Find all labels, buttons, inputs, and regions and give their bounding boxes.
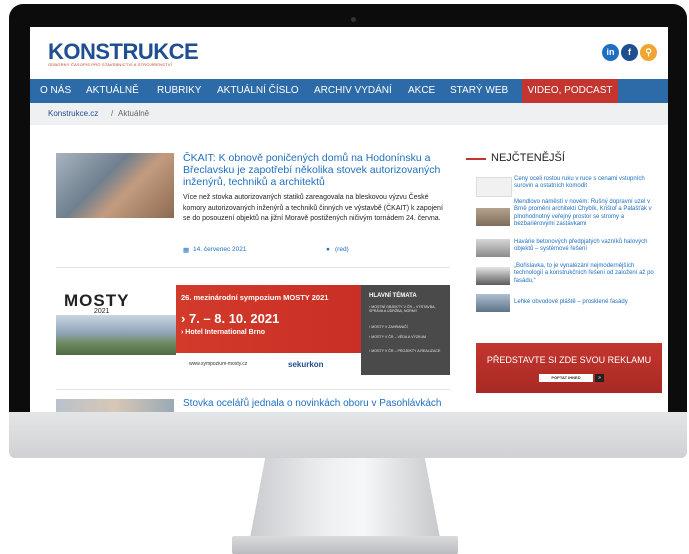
article-title[interactable]: Stovka ocelářů jednala o novinkách oboru… (183, 398, 442, 409)
sidebar-thumbnail[interactable] (476, 267, 510, 285)
facebook-icon[interactable]: f (621, 44, 638, 61)
nav-item-archiv-vydani[interactable]: ARCHIV VYDÁNÍ (314, 79, 392, 103)
article-author[interactable]: (red) (335, 246, 349, 253)
user-icon: ● (326, 246, 330, 253)
sidebar-thumbnail[interactable] (476, 294, 510, 312)
article-thumbnail[interactable] (56, 153, 174, 218)
banner-topic: › MOSTY V ČR – PROJEKTY A REALIZACE (369, 349, 441, 353)
sponsor-logo: sekurkon (288, 360, 324, 369)
camera-dot (351, 17, 356, 22)
divider (56, 389, 450, 390)
nav-item-video-podcast[interactable]: VIDEO, PODCAST (522, 79, 618, 103)
banner-year: 2021 (94, 308, 110, 315)
sidebar-item[interactable]: Lehké obvodové pláště – prosklené fasády (514, 299, 654, 306)
sidebar-thumbnail[interactable] (476, 177, 512, 197)
divider (56, 267, 450, 268)
site-tagline: ODBORNÝ ČASOPIS PRO STAVEBNICTVÍ A STROJ… (48, 62, 172, 67)
article-thumbnail[interactable] (56, 399, 174, 412)
breadcrumb-separator: / (111, 109, 114, 118)
banner-topic: › MOSTY V ČR – VĚDA A VÝZKUM (369, 335, 427, 339)
nav-item-aktualne[interactable]: AKTUÁLNĚ (86, 79, 139, 103)
nav-item-o-nas[interactable]: O NÁS (40, 79, 71, 103)
nav-item-stary-web[interactable]: STARÝ WEB (450, 79, 508, 103)
article-title[interactable]: ČKAIT: K obnově poničených domů na Hodon… (183, 152, 448, 188)
ad-button[interactable]: POPTAT IHNED (539, 374, 593, 382)
banner-topic: › MOSTNÍ OBJEKTY V ČR – VÝSTAVBA, SPRÁVA… (369, 305, 436, 314)
sidebar-title: NEJČTENĚJŠÍ (491, 152, 565, 164)
monitor-stand (250, 458, 440, 538)
mosty-banner[interactable]: MOSTY 2021 26. mezinárodní sympozium MOS… (56, 285, 450, 375)
breadcrumb-home-link[interactable]: Konstrukce.cz (48, 103, 98, 125)
sidebar-item[interactable]: „Bořislavka, to je vynalézání nejmoderně… (514, 263, 654, 285)
banner-topics-panel: HLAVNÍ TÉMATA › MOSTNÍ OBJEKTY V ČR – VÝ… (361, 285, 450, 375)
site-header: KONSTRUKCE ODBORNÝ ČASOPIS PRO STAVEBNIC… (30, 27, 668, 79)
main-navigation: O NÁS AKTUÁLNĚ RUBRIKY AKTUÁLNÍ ČÍSLO AR… (30, 79, 668, 103)
sidebar-item[interactable]: Ceny oceli rostou ruku v ruce s cenami v… (514, 176, 654, 191)
monitor-chin (9, 412, 687, 458)
ad-arrow-icon[interactable]: » (595, 374, 604, 382)
nav-item-aktualni-cislo[interactable]: AKTUÁLNÍ ČÍSLO (217, 79, 299, 103)
banner-topics-title: HLAVNÍ TÉMATA (369, 293, 417, 299)
breadcrumb-current: Aktuálně (118, 109, 150, 118)
article-date: 14. červenec 2021 (193, 246, 247, 253)
banner-dates: › 7. – 8. 10. 2021 (181, 311, 280, 326)
banner-red-panel: 26. mezinárodní sympozium MOSTY 2021 › 7… (176, 285, 361, 353)
search-icon[interactable]: ⚲ (640, 44, 657, 61)
breadcrumb: Konstrukce.cz / Aktuálně (30, 103, 668, 125)
monitor-base (232, 536, 458, 554)
sidebar-thumbnail[interactable] (476, 208, 510, 226)
sidebar-item[interactable]: Havárie betonových předpjatých vazníků h… (514, 239, 654, 254)
linkedin-icon[interactable]: in (602, 44, 619, 61)
ad-text: PŘEDSTAVTE SI ZDE SVOU REKLAMU (486, 355, 652, 365)
banner-url: www.sympozium-mosty.cz (189, 361, 248, 367)
website-screen: KONSTRUKCE ODBORNÝ ČASOPIS PRO STAVEBNIC… (30, 27, 668, 412)
sidebar-item[interactable]: Mendlovo náměstí v novém: Rušný dopravní… (514, 199, 654, 228)
banner-symposium: 26. mezinárodní sympozium MOSTY 2021 (181, 293, 329, 302)
nav-item-akce[interactable]: AKCE (408, 79, 435, 103)
article-excerpt: Více než stovka autorizovaných statiků z… (183, 194, 443, 222)
nav-item-rubriky[interactable]: RUBRIKY (157, 79, 201, 103)
banner-left-panel: MOSTY 2021 (56, 285, 176, 375)
calendar-icon: ▦ (183, 247, 190, 254)
ad-banner[interactable]: PŘEDSTAVTE SI ZDE SVOU REKLAMU POPTAT IH… (476, 343, 662, 393)
sidebar-accent-line (466, 158, 486, 160)
sidebar-thumbnail[interactable] (476, 239, 510, 257)
bridge-photo (56, 315, 176, 355)
banner-topic: › MOSTY V ZAHRANIČÍ (369, 325, 408, 329)
banner-venue: › Hotel International Brno (181, 329, 265, 336)
